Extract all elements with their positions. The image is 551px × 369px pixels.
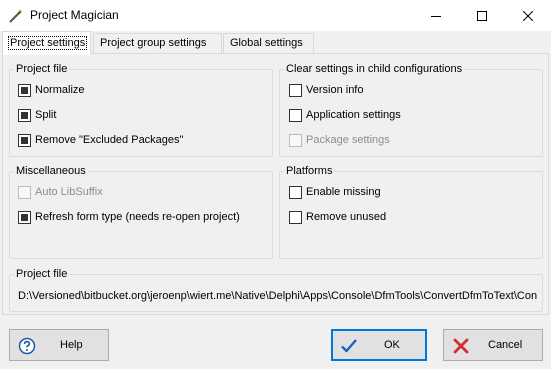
split-checkbox[interactable]: Split <box>18 107 56 123</box>
project-path-clip: D:\Versioned\bitbucket.org\jeroenp\wiert… <box>10 282 542 310</box>
tab-label: Project settings <box>7 36 88 50</box>
version-info-checkbox[interactable]: Version info <box>289 82 363 98</box>
group-title: Project file <box>14 267 70 281</box>
maximize-button[interactable] <box>459 0 505 31</box>
checkbox-label: Application settings <box>306 109 401 121</box>
normalize-checkbox[interactable]: Normalize <box>18 82 85 98</box>
maximize-icon <box>477 10 487 21</box>
application-settings-checkbox[interactable]: Application settings <box>289 107 401 123</box>
cancel-button[interactable]: Cancel <box>443 329 543 361</box>
checkbox-label: Enable missing <box>306 186 381 198</box>
checkbox-label: Split <box>35 109 57 121</box>
auto-libsuffix-checkbox: Auto LibSuffix <box>18 184 103 200</box>
close-icon <box>523 10 533 21</box>
checkbox-label: Package settings <box>306 134 390 146</box>
group-title: Platforms <box>284 164 335 178</box>
checkbox-label: Refresh form type (needs re-open project… <box>35 211 240 223</box>
checkbox-box[interactable] <box>18 83 31 97</box>
tab-strip: Project settings Project group settings … <box>0 31 551 55</box>
checkbox-label: Remove "Excluded Packages" <box>35 134 184 146</box>
magic-wand-icon <box>9 9 22 23</box>
checkbox-box[interactable] <box>289 83 302 97</box>
checkmark-icon <box>341 339 357 353</box>
package-settings-checkbox: Package settings <box>289 132 390 148</box>
checkbox-box[interactable] <box>18 210 31 224</box>
tab-label: Project group settings <box>100 37 207 49</box>
window-title: Project Magician <box>30 8 119 22</box>
checkbox-box <box>289 133 302 147</box>
remove-unused-checkbox[interactable]: Remove unused <box>289 209 386 225</box>
help-button[interactable]: Help <box>9 329 109 361</box>
ok-button-label: OK <box>384 339 400 351</box>
checkbox-box[interactable] <box>18 133 31 147</box>
ok-button[interactable]: OK <box>331 329 427 361</box>
checkbox-box[interactable] <box>18 108 31 122</box>
refresh-form-type-checkbox[interactable]: Refresh form type (needs re-open project… <box>18 209 240 225</box>
group-title: Clear settings in child configurations <box>284 62 465 76</box>
close-button[interactable] <box>505 0 551 31</box>
tab-project-settings[interactable]: Project settings <box>2 31 91 55</box>
checkbox-box[interactable] <box>289 108 302 122</box>
minimize-button[interactable] <box>413 0 459 31</box>
tab-project-group-settings[interactable]: Project group settings <box>93 33 222 54</box>
checkbox-box <box>18 185 31 199</box>
checkbox-box[interactable] <box>289 185 302 199</box>
checkbox-label: Version info <box>306 84 364 96</box>
checkbox-label: Remove unused <box>306 211 387 223</box>
question-icon <box>18 337 36 355</box>
help-button-label: Help <box>60 339 83 351</box>
checkbox-label: Normalize <box>35 84 85 96</box>
group-title: Miscellaneous <box>14 164 88 178</box>
tab-global-settings[interactable]: Global settings <box>223 33 314 54</box>
red-x-icon <box>453 338 469 354</box>
tab-label: Global settings <box>230 37 303 49</box>
checkbox-box[interactable] <box>289 210 302 224</box>
cancel-button-label: Cancel <box>488 339 523 351</box>
group-title: Project file <box>14 62 70 76</box>
remove-excluded-packages-checkbox[interactable]: Remove "Excluded Packages" <box>18 132 183 148</box>
enable-missing-checkbox[interactable]: Enable missing <box>289 184 381 200</box>
checkbox-label: Auto LibSuffix <box>35 186 103 198</box>
project-path-text: D:\Versioned\bitbucket.org\jeroenp\wiert… <box>18 290 538 302</box>
title-bar: Project Magician <box>0 0 551 31</box>
minimize-icon <box>431 15 441 17</box>
